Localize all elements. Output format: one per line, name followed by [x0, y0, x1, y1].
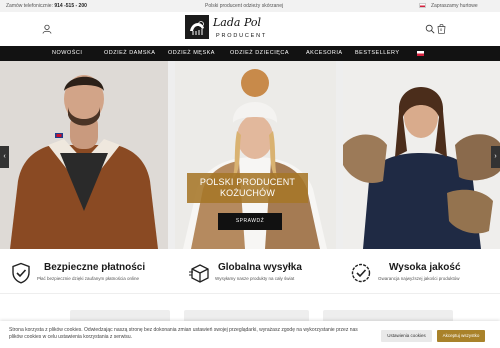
features-bar: Bezpieczne płatności Płać bezpiecznie dz…	[0, 249, 500, 294]
nav-item-odziez-meska[interactable]: ODZIEŻ MĘSKA	[168, 50, 215, 56]
wholesale-link[interactable]: Zapraszamy hurtowe	[431, 3, 478, 9]
feature-global-shipping: Globalna wysyłka Wysyłamy nasze produkty…	[166, 249, 334, 294]
site-logo[interactable]: Lada Pol PRODUCENT	[185, 15, 285, 45]
cookie-accept-button[interactable]: Akceptuj wszystko	[437, 330, 485, 342]
shipping-box-icon	[189, 264, 209, 283]
quality-badge-icon	[351, 263, 371, 283]
hero-image-women-parka	[343, 61, 500, 249]
feature-high-quality: Wysoka jakość Gwarancja najwyższej jakoś…	[334, 249, 500, 294]
promo-text: Polski producent odzieży skórzanej	[205, 3, 284, 9]
product-grid-preview	[0, 294, 500, 330]
woman-in-fur-parka-image	[343, 61, 500, 249]
logo-subtitle: PRODUCENT	[216, 33, 268, 39]
nav-item-odziez-damska[interactable]: ODZIEŻ DAMSKA	[104, 50, 155, 56]
cookie-banner: Strona korzysta z plików cookies. Odwied…	[0, 321, 500, 348]
hero-cta-button[interactable]: SPRAWDŹ	[218, 213, 282, 230]
logo-script: Lada Pol	[213, 16, 262, 29]
hero-image-men-coat	[0, 61, 168, 249]
feature-title: Globalna wysyłka	[218, 262, 302, 273]
search-icon[interactable]	[425, 24, 435, 34]
feature-title: Bezpieczne płatności	[44, 262, 146, 273]
header: Lada Pol PRODUCENT 0	[0, 12, 500, 46]
cookie-settings-button[interactable]: Ustawienia cookies	[381, 330, 432, 342]
nav-item-akcesoria[interactable]: AKCESORIA	[306, 50, 343, 56]
feature-title: Wysoka jakość	[389, 262, 461, 273]
man-in-shearling-jacket-image	[0, 61, 168, 249]
language-flag-icon[interactable]	[417, 51, 424, 56]
main-navigation: NOWOŚCI ODZIEŻ DAMSKA ODZIEŻ MĘSKA ODZIE…	[0, 46, 500, 61]
slider-prev-button[interactable]: ‹	[0, 146, 9, 168]
feature-subtitle: Gwarancja najwyższej jakości produktów	[378, 276, 460, 281]
nav-item-bestsellery[interactable]: BESTSELLERY	[355, 50, 400, 56]
top-bar: Zamów telefonicznie: 914 -515 - 200 Pols…	[0, 0, 500, 12]
cart-count: 0	[440, 27, 443, 32]
feature-secure-payments: Bezpieczne płatności Płać bezpiecznie dz…	[0, 249, 166, 294]
nav-item-nowosci[interactable]: NOWOŚCI	[52, 50, 82, 56]
phone-info: Zamów telefonicznie: 914 -515 - 200	[6, 3, 87, 9]
shield-check-icon	[12, 262, 30, 284]
hero-title: POLSKI PRODUCENT KOŻUCHÓW	[187, 173, 308, 203]
phone-label: Zamów telefonicznie:	[6, 3, 53, 9]
feature-subtitle: Płać bezpiecznie dzięki zaufanym płatnoś…	[37, 276, 140, 281]
phone-number[interactable]: 914 -515 - 200	[54, 3, 87, 9]
polish-flag-icon[interactable]	[419, 3, 426, 8]
nav-item-odziez-dziecieca[interactable]: ODZIEŻ DZIECIĘCA	[230, 50, 289, 56]
hero-title-line1: POLSKI PRODUCENT	[199, 177, 296, 187]
hero-title-line2: KOŻUCHÓW	[219, 188, 276, 198]
slider-next-button[interactable]: ›	[491, 146, 500, 168]
user-icon[interactable]	[42, 24, 52, 34]
feature-subtitle: Wysyłamy nasze produkty na cały świat	[215, 276, 295, 281]
cookie-message: Strona korzysta z plików cookies. Odwied…	[9, 327, 358, 340]
ram-logo-icon	[185, 15, 209, 39]
